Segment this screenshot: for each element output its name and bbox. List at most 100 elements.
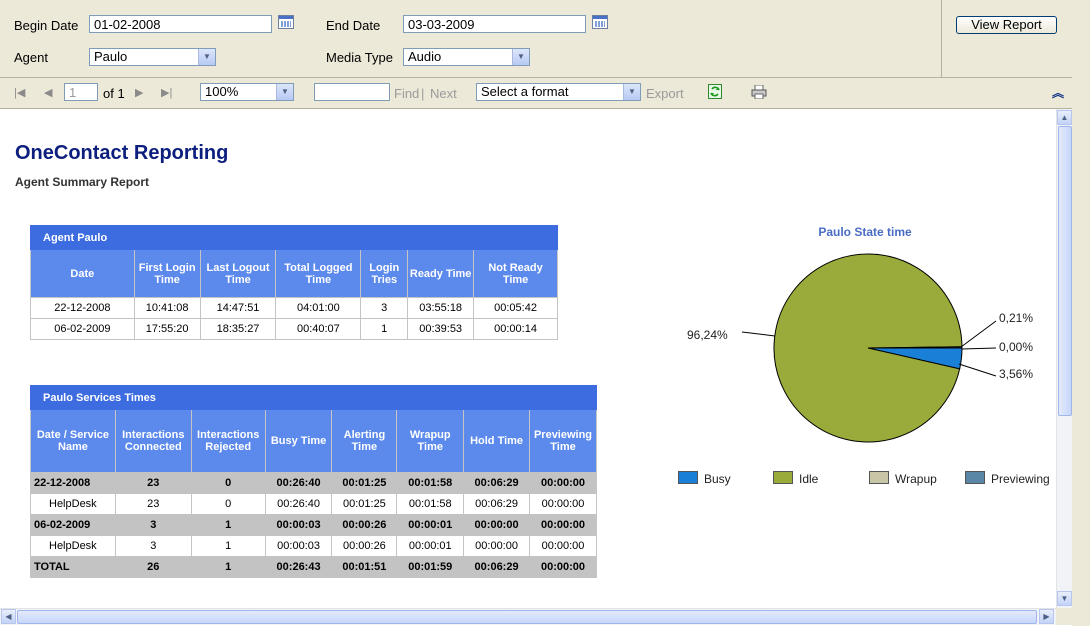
services-table-header-cell: Wrapup Time	[396, 409, 465, 473]
legend-swatch	[965, 471, 985, 484]
table-cell: 00:40:07	[275, 318, 362, 340]
table-cell: 03:55:18	[407, 297, 475, 319]
table-cell: 00:01:25	[331, 472, 398, 494]
chevron-down-icon[interactable]: ▼	[623, 84, 640, 100]
table-cell: 3	[114, 535, 192, 557]
table-cell: 00:00:01	[396, 514, 465, 536]
export-format-select[interactable]: Select a format ▼	[476, 83, 641, 101]
parameters-panel: Begin Date 01-02-2008 End Date 03-03-200…	[0, 0, 1072, 78]
media-type-select[interactable]: Audio ▼	[403, 48, 530, 66]
chart-title: Paulo State time	[818, 225, 912, 239]
table-row: HelpDesk 3 1 00:00:03 00:00:26 00:00:01 00:00:…	[30, 535, 597, 557]
begin-date-label: Begin Date	[14, 18, 79, 33]
legend-item-idle: Idle	[773, 471, 818, 486]
table-cell: 00:01:25	[331, 493, 398, 515]
legend-swatch	[869, 471, 889, 484]
find-input[interactable]	[314, 83, 390, 101]
table-cell: 00:06:29	[463, 556, 530, 578]
legend-swatch	[678, 471, 698, 484]
table-cell: 00:00:00	[529, 556, 597, 578]
previous-page-icon[interactable]: ◀	[44, 86, 52, 99]
export-link[interactable]: Export	[646, 86, 684, 101]
table-cell: 00:26:40	[264, 493, 333, 515]
table-row: 06-02-2009 17:55:20 18:35:27 00:40:07 1 00:39…	[30, 318, 558, 340]
table-cell: 00:00:26	[331, 535, 398, 557]
agent-select-value: Paulo	[94, 49, 128, 64]
agent-select[interactable]: Paulo ▼	[89, 48, 216, 66]
table-cell: 23	[114, 472, 192, 494]
agent-table-header-cell: Ready Time	[407, 249, 475, 298]
horizontal-scroll-thumb[interactable]	[17, 610, 1037, 624]
zoom-select[interactable]: 100% ▼	[200, 83, 294, 101]
begin-date-input[interactable]: 01-02-2008	[89, 15, 272, 33]
find-link[interactable]: Find	[394, 86, 419, 101]
end-date-input[interactable]: 03-03-2009	[403, 15, 586, 33]
table-cell: 3	[360, 297, 409, 319]
print-icon[interactable]	[751, 84, 767, 102]
table-cell: 3	[114, 514, 192, 536]
table-cell: 00:00:00	[463, 514, 530, 536]
table-cell: 00:00:03	[264, 535, 333, 557]
table-cell: 23	[114, 493, 192, 515]
table-cell: 00:01:51	[331, 556, 398, 578]
next-page-icon[interactable]: ▶	[135, 86, 143, 99]
last-page-icon[interactable]: ▶|	[161, 86, 172, 99]
agent-table-header-cell: Last Logout Time	[199, 249, 277, 298]
chevron-down-icon[interactable]: ▼	[276, 84, 293, 100]
view-report-button[interactable]: View Report	[956, 16, 1057, 34]
scrollbar-corner	[1056, 608, 1072, 625]
scroll-down-icon[interactable]: ▼	[1057, 591, 1072, 606]
services-table-header-cell: Hold Time	[463, 409, 530, 473]
vertical-scrollbar[interactable]: ▲ ▼	[1056, 109, 1073, 608]
table-cell: 00:00:00	[529, 493, 597, 515]
table-cell: 00:26:40	[264, 472, 333, 494]
chevron-down-icon[interactable]: ▼	[512, 49, 529, 65]
page-count: of 1	[103, 86, 125, 101]
begin-date-calendar-icon[interactable]	[278, 15, 294, 29]
table-cell: 00:01:58	[396, 493, 465, 515]
table-cell: 1	[190, 535, 266, 557]
report-subtitle: Agent Summary Report	[15, 175, 150, 189]
services-table-caption: Paulo Services Times	[30, 385, 597, 410]
legend-label: Busy	[704, 472, 731, 486]
table-cell: 00:00:14	[473, 318, 558, 340]
leader-line-wrapup	[961, 347, 997, 350]
horizontal-scrollbar[interactable]: ◀ ▶	[0, 608, 1056, 625]
services-times-table: Paulo Services Times Date / Service Name…	[30, 385, 597, 578]
collapse-parameters-icon[interactable]: ︽	[1052, 84, 1064, 101]
pie-label-busy: 3,56%	[999, 367, 1034, 381]
scroll-up-icon[interactable]: ▲	[1057, 110, 1072, 125]
table-row: 22-12-2008 23 0 00:26:40 00:01:25 00:01:58 00:…	[30, 472, 597, 494]
services-table-header-cell: Date / Service Name	[30, 409, 116, 473]
agent-table-header-cell: Date	[30, 249, 135, 298]
scroll-right-icon[interactable]: ▶	[1039, 609, 1054, 624]
table-row: 22-12-2008 10:41:08 14:47:51 04:01:00 3 03:55…	[30, 297, 558, 319]
table-row: TOTAL 26 1 00:26:43 00:01:51 00:01:59 00:06:29…	[30, 556, 597, 578]
chevron-down-icon[interactable]: ▼	[198, 49, 215, 65]
table-cell: 00:00:00	[463, 535, 530, 557]
next-link[interactable]: Next	[430, 86, 457, 101]
table-cell: 00:01:59	[396, 556, 465, 578]
vertical-scroll-thumb[interactable]	[1058, 126, 1072, 416]
divider	[941, 0, 942, 78]
report-title: OneContact Reporting	[15, 142, 229, 164]
first-page-icon[interactable]: |◀	[14, 86, 25, 99]
table-cell: 0	[190, 493, 266, 515]
legend-item-previewing: Previewing	[965, 471, 1050, 486]
agent-label: Agent	[14, 50, 48, 65]
agent-table-header-cell: Not Ready Time	[473, 249, 558, 298]
refresh-icon[interactable]	[708, 84, 722, 99]
services-table-header-cell: Interactions Rejected	[190, 409, 266, 473]
table-cell: 06-02-2009	[30, 318, 135, 340]
table-cell: 1	[360, 318, 409, 340]
media-type-select-value: Audio	[408, 49, 442, 64]
page-number-input[interactable]: 1	[64, 83, 98, 101]
table-cell: 00:01:58	[396, 472, 465, 494]
find-separator: |	[421, 86, 425, 101]
legend-label: Wrapup	[895, 472, 937, 486]
table-cell: 00:00:00	[529, 472, 597, 494]
table-cell: 1	[190, 556, 266, 578]
window-edge	[1072, 0, 1090, 626]
scroll-left-icon[interactable]: ◀	[1, 609, 16, 624]
end-date-calendar-icon[interactable]	[592, 15, 608, 29]
